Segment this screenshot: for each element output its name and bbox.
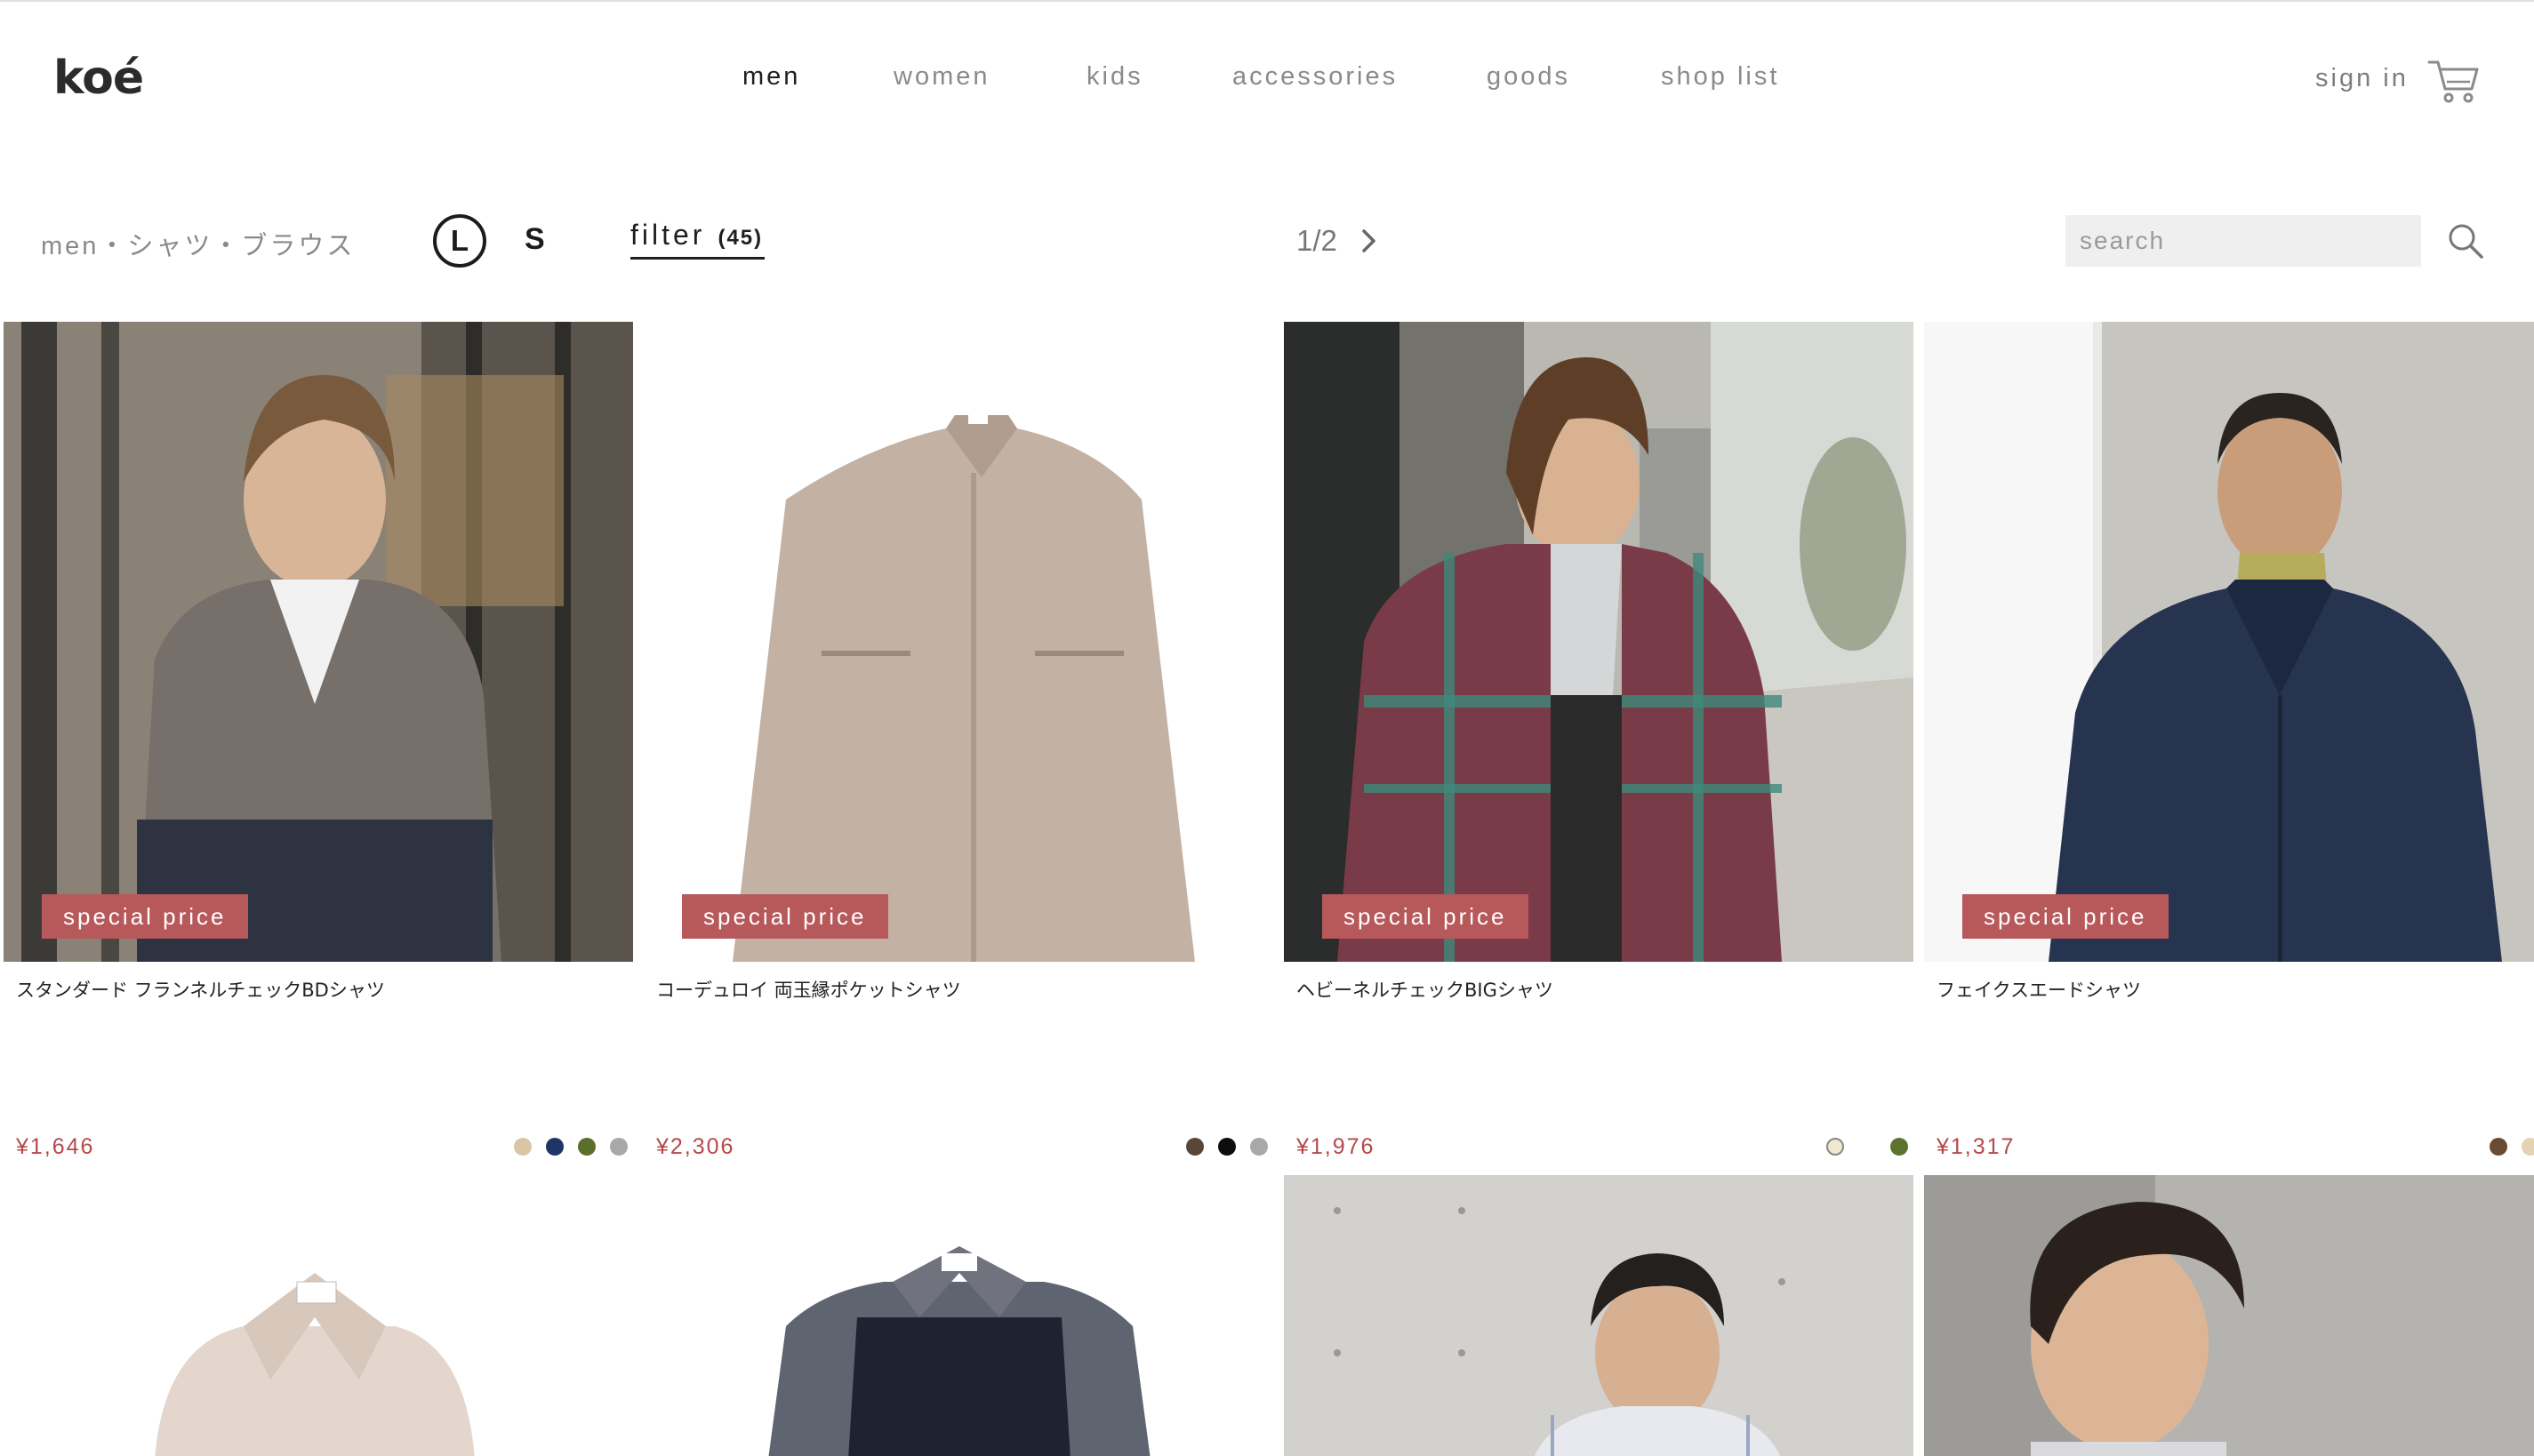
size-toggle-large[interactable]: L bbox=[433, 214, 486, 268]
nav-item-women[interactable]: women bbox=[894, 62, 990, 92]
color-swatch[interactable] bbox=[1890, 1138, 1908, 1156]
nav-item-accessories[interactable]: accessories bbox=[1232, 62, 1398, 92]
nav-item-men[interactable]: men bbox=[742, 62, 800, 92]
color-swatch[interactable] bbox=[2522, 1138, 2534, 1156]
breadcrumb: men・シャツ・ブラウス bbox=[41, 232, 356, 260]
product-name[interactable]: ヘビーネルチェックBIGシャツ bbox=[1296, 976, 1553, 1003]
special-price-badge: special price bbox=[682, 894, 888, 939]
search-input[interactable] bbox=[2065, 215, 2421, 267]
nav-item-kids[interactable]: kids bbox=[1087, 62, 1143, 92]
main-nav: men women kids accessories goods shop li… bbox=[0, 62, 2534, 98]
top-border bbox=[0, 0, 2534, 2]
product-image[interactable]: special price bbox=[644, 322, 1273, 962]
color-swatch[interactable] bbox=[578, 1138, 596, 1156]
product-image[interactable]: special price bbox=[4, 322, 633, 962]
color-swatches bbox=[1186, 1138, 1268, 1156]
color-swatch[interactable] bbox=[1826, 1138, 1844, 1156]
color-swatch[interactable] bbox=[2490, 1138, 2507, 1156]
product-photo-navy-shirt bbox=[644, 1175, 1273, 1456]
color-swatch[interactable] bbox=[1858, 1138, 1876, 1156]
filter-button[interactable]: filter (45) bbox=[630, 219, 766, 260]
product-name[interactable]: フェイクスエードシャツ bbox=[1937, 976, 2141, 1003]
cart-icon[interactable] bbox=[2427, 57, 2481, 105]
special-price-badge: special price bbox=[1962, 894, 2169, 939]
product-image[interactable]: special price bbox=[1284, 322, 1913, 962]
product-image[interactable] bbox=[644, 1175, 1273, 1456]
search-icon[interactable] bbox=[2447, 222, 2484, 260]
color-swatches bbox=[514, 1138, 628, 1156]
product-image[interactable] bbox=[1924, 1175, 2534, 1456]
product-photo-man-closeup bbox=[1924, 1175, 2534, 1456]
product-name[interactable]: スタンダード フランネルチェックBDシャツ bbox=[16, 976, 385, 1003]
product-price: ¥1,317 bbox=[1937, 1134, 2016, 1159]
product-price: ¥2,306 bbox=[656, 1134, 735, 1159]
color-swatch[interactable] bbox=[610, 1138, 628, 1156]
nav-item-shop-list[interactable]: shop list bbox=[1661, 62, 1779, 92]
product-photo-corduroy-shirt bbox=[644, 322, 1273, 962]
product-image[interactable] bbox=[4, 1175, 633, 1456]
product-image[interactable]: special price bbox=[1924, 322, 2534, 962]
product-photo-woman-plaid-shirt bbox=[1284, 322, 1913, 962]
product-photo-beige-open-collar-shirt bbox=[4, 1175, 633, 1456]
sign-in-link[interactable]: sign in bbox=[2315, 64, 2409, 93]
special-price-badge: special price bbox=[42, 894, 248, 939]
color-swatch[interactable] bbox=[514, 1138, 532, 1156]
product-image[interactable] bbox=[1284, 1175, 1913, 1456]
product-price: ¥1,976 bbox=[1296, 1134, 1375, 1159]
special-price-badge: special price bbox=[1322, 894, 1528, 939]
product-photo-woman-check-shirt bbox=[4, 322, 633, 962]
pagination-indicator: 1/2 bbox=[1296, 224, 1337, 257]
filter-label: filter bbox=[630, 219, 706, 251]
color-swatch[interactable] bbox=[1250, 1138, 1268, 1156]
filter-count: (45) bbox=[718, 226, 764, 250]
product-name[interactable]: コーデュロイ 両玉縁ポケットシャツ bbox=[656, 976, 961, 1003]
color-swatches bbox=[1826, 1138, 1908, 1156]
chevron-right-icon[interactable] bbox=[1355, 228, 1382, 254]
product-photo-man-suede-shirt bbox=[1924, 322, 2534, 962]
color-swatch[interactable] bbox=[546, 1138, 564, 1156]
color-swatch[interactable] bbox=[1186, 1138, 1204, 1156]
product-photo-man-concrete-wall bbox=[1284, 1175, 1913, 1456]
color-swatch[interactable] bbox=[1218, 1138, 1236, 1156]
product-price: ¥1,646 bbox=[16, 1134, 95, 1159]
size-toggle-small[interactable]: S bbox=[525, 222, 545, 257]
nav-item-goods[interactable]: goods bbox=[1487, 62, 1570, 92]
color-swatches bbox=[2490, 1138, 2534, 1156]
